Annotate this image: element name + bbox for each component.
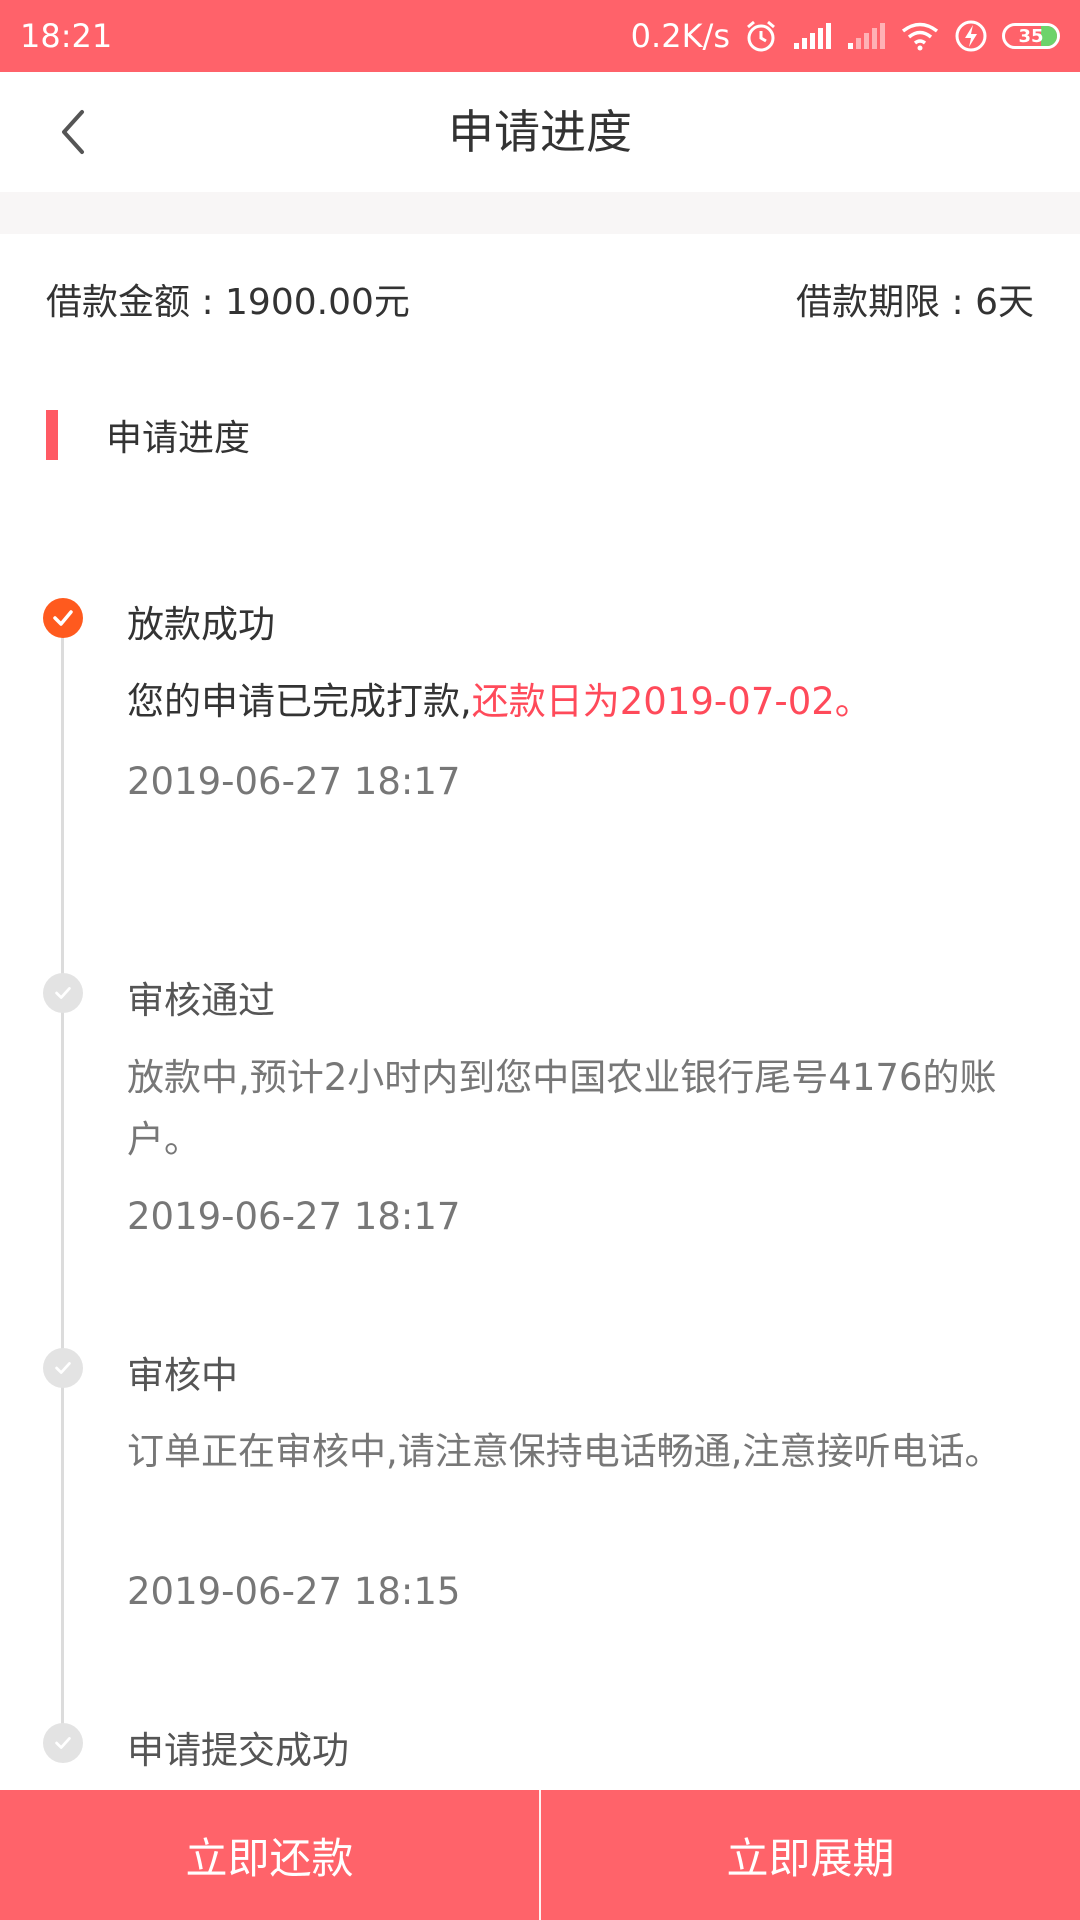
extend-now-button[interactable]: 立即展期	[541, 1790, 1080, 1920]
step-title: 申请提交成功	[127, 1729, 349, 1772]
loan-info: 借款金额 : 1900.00元 借款期限 : 6天	[0, 234, 1080, 364]
step-description: 订单正在审核中,请注意保持电话畅通,注意接听电话。	[127, 1430, 1002, 1473]
loan-amount: 借款金额 : 1900.00元	[46, 282, 410, 323]
signal-icon	[794, 23, 831, 49]
loan-term: 借款期限 : 6天	[796, 282, 1034, 323]
page-title: 申请进度	[448, 105, 632, 159]
check-circle-icon	[43, 973, 83, 1013]
separator-band	[0, 192, 1080, 234]
nav-bar: 申请进度	[0, 72, 1080, 192]
step-description: 您的申请已完成打款,还款日为2019-07-02。	[127, 671, 1027, 733]
section-title: 申请进度	[106, 418, 251, 459]
step-description: 放款中,预计2小时内到您中国农业银行尾号4176的账户。	[127, 1056, 997, 1161]
step-description-text: 您的申请已完成打款,	[127, 680, 472, 723]
back-button[interactable]	[50, 102, 110, 162]
charging-icon	[955, 20, 987, 52]
repay-now-button[interactable]: 立即还款	[0, 1790, 539, 1920]
button-divider	[539, 1790, 541, 1920]
timeline-line	[61, 618, 64, 1743]
bottom-action-bar: 立即还款 立即展期	[0, 1790, 1080, 1920]
step-time: 2019-06-27 18:17	[127, 1195, 461, 1238]
check-circle-icon	[43, 1348, 83, 1388]
alarm-icon	[747, 20, 775, 52]
repay-date-highlight: 还款日为2019-07-02。	[471, 680, 872, 723]
status-time: 18:21	[20, 17, 113, 55]
step-title: 审核中	[127, 1354, 238, 1397]
wifi-icon	[901, 22, 939, 51]
step-title: 审核通过	[127, 979, 275, 1022]
status-icons: 0.2K/s 35	[631, 17, 1060, 55]
step-time: 2019-06-27 18:17	[127, 760, 461, 803]
network-speed: 0.2K/s	[630, 17, 730, 55]
status-bar: 18:21 0.2K/s 35	[0, 0, 1080, 72]
battery-level: 35	[1018, 25, 1044, 47]
battery-icon: 35	[1002, 23, 1060, 49]
chevron-left-icon	[62, 110, 84, 154]
signal-weak-icon	[848, 23, 885, 49]
section-accent-bar	[46, 410, 58, 460]
check-circle-icon	[43, 598, 83, 638]
step-time: 2019-06-27 18:15	[127, 1570, 461, 1613]
check-circle-icon	[43, 1723, 83, 1763]
section-header: 申请进度	[46, 410, 250, 460]
step-title: 放款成功	[127, 603, 275, 646]
